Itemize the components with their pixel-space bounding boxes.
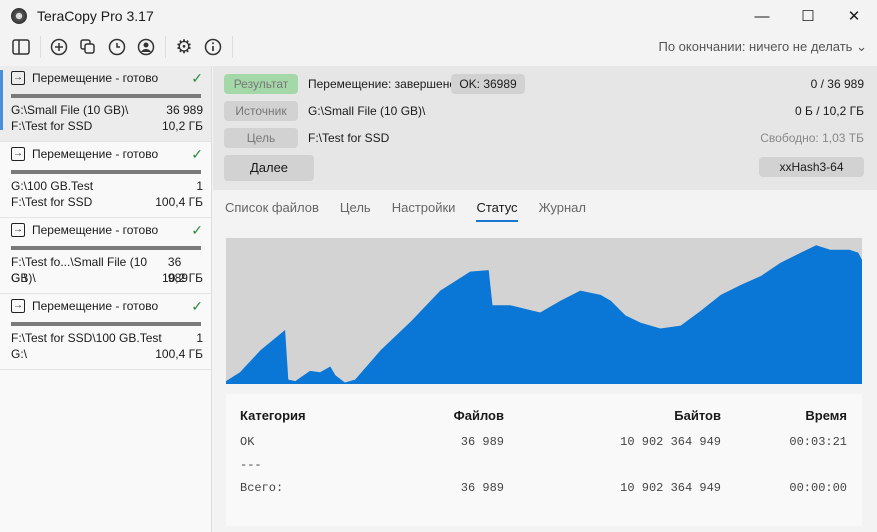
after-completion-dropdown[interactable]: По окончании: ничего не делать ⌄ [658, 39, 867, 55]
job-info: Результат Перемещение: завершено OK: 369… [213, 66, 877, 190]
minimize-button[interactable]: — [739, 0, 785, 32]
job-status: Перемещение - готово [32, 299, 159, 313]
header-files: Файлов [453, 408, 504, 423]
move-icon: → [11, 71, 25, 85]
speed-area [226, 245, 862, 384]
ok-count-button[interactable]: OK: 36989 [451, 74, 525, 94]
source-path: G:\Small File (10 GB)\ [308, 104, 426, 118]
close-button[interactable]: ✕ [831, 0, 877, 32]
history-icon[interactable] [106, 36, 128, 58]
move-icon: → [11, 223, 25, 237]
add-icon[interactable] [48, 36, 70, 58]
job-source: F:\Test fo...\Small File (10 GB)\ [11, 255, 148, 285]
maximize-button[interactable]: ☐ [785, 0, 831, 32]
tab-file-list[interactable]: Список файлов [225, 190, 319, 226]
stats-cell: OK [240, 435, 255, 449]
job-target: G:\ [11, 347, 28, 361]
job-status: Перемещение - готово [32, 223, 159, 237]
app-icon [11, 8, 27, 24]
header-time: Время [805, 408, 847, 423]
job-target: F:\Test for SSD [11, 119, 93, 133]
job-progress-bar [11, 246, 201, 250]
stats-cell: 36 989 [460, 481, 504, 495]
job-source: F:\Test for SSD\100 GB.Test [11, 331, 162, 345]
job-count: 36 989 [167, 255, 188, 285]
stats-cell: 10 902 364 949 [620, 435, 721, 449]
job-size: 10,2 ГБ [161, 119, 203, 133]
chevron-down-icon: ⌄ [856, 39, 867, 54]
job-progress-bar [11, 170, 201, 174]
result-label: Результат [224, 74, 298, 94]
files-progress: 0 / 36 989 [810, 77, 864, 91]
stats-table: Категория Файлов Байтов Время OK 36 989 10… [226, 394, 862, 526]
next-button[interactable]: Далее [224, 155, 314, 181]
tab-status[interactable]: Статус [476, 190, 518, 226]
move-icon: → [11, 299, 25, 313]
stats-cell: 10 902 364 949 [620, 481, 721, 495]
job-progress-bar [11, 94, 201, 98]
header-category: Категория [240, 408, 306, 423]
checkmark-icon: ✓ [191, 221, 203, 238]
job-size: 10,2 ГБ [161, 271, 203, 285]
copy-icon[interactable] [77, 36, 99, 58]
result-text: Перемещение: завершено [308, 77, 457, 91]
speed-graph [226, 238, 862, 384]
main-panel: Результат Перемещение: завершено OK: 369… [213, 66, 877, 532]
stats-cell: Всего: [240, 481, 284, 495]
job-size: 100,4 ГБ [155, 195, 203, 209]
job-status: Перемещение - готово [32, 147, 159, 161]
title-bar: TeraCopy Pro 3.17 — ☐ ✕ [0, 0, 877, 32]
job-item[interactable]: → Перемещение - готово ✓ G:\100 GB.Test 1 F… [0, 142, 211, 218]
free-space: Свободно: 1,03 ТБ [760, 131, 864, 145]
job-item[interactable]: → Перемещение - готово ✓ G:\Small File (10… [0, 66, 211, 142]
job-target: F:\Test for SSD [11, 195, 93, 209]
move-icon: → [11, 147, 25, 161]
checkmark-icon: ✓ [191, 69, 203, 86]
tab-settings[interactable]: Настройки [392, 190, 456, 226]
window-title: TeraCopy Pro 3.17 [37, 8, 154, 24]
hash-button[interactable]: xxHash3-64 [759, 157, 864, 177]
checkmark-icon: ✓ [191, 145, 203, 162]
stats-cell: 36 989 [460, 435, 504, 449]
job-source: G:\Small File (10 GB)\ [11, 103, 129, 117]
source-label[interactable]: Источник [224, 101, 298, 121]
job-count: 36 989 [166, 103, 203, 117]
sidebar-toggle-icon[interactable] [10, 36, 32, 58]
bytes-progress: 0 Б / 10,2 ГБ [795, 104, 864, 118]
header-bytes: Байтов [674, 408, 721, 423]
tab-bar: Список файлов Цель Настройки Статус Журн… [213, 190, 877, 226]
info-icon[interactable] [202, 36, 224, 58]
job-progress-bar [11, 322, 201, 326]
target-path: F:\Test for SSD [308, 131, 390, 145]
stats-cell: 00:00:00 [789, 481, 847, 495]
after-completion-label: По окончании: ничего не делать [658, 39, 853, 54]
job-item[interactable]: → Перемещение - готово ✓ F:\Test for SSD\1… [0, 294, 211, 370]
tab-log[interactable]: Журнал [539, 190, 586, 226]
job-status: Перемещение - готово [32, 71, 159, 85]
target-label[interactable]: Цель [224, 128, 298, 148]
job-target: G:\ [11, 271, 28, 285]
stats-cell: --- [240, 458, 262, 472]
job-count: 1 [196, 179, 203, 193]
job-size: 100,4 ГБ [155, 347, 203, 361]
stats-cell: 00:03:21 [789, 435, 847, 449]
account-icon[interactable] [135, 36, 157, 58]
job-source: G:\100 GB.Test [11, 179, 94, 193]
settings-gear-icon[interactable]: ⚙ [173, 36, 195, 58]
job-count: 1 [196, 331, 203, 345]
job-item[interactable]: → Перемещение - готово ✓ F:\Test fo...\Sma… [0, 218, 211, 294]
job-list: → Перемещение - готово ✓ G:\Small File (10… [0, 66, 212, 532]
tab-target[interactable]: Цель [340, 190, 371, 226]
checkmark-icon: ✓ [191, 297, 203, 314]
